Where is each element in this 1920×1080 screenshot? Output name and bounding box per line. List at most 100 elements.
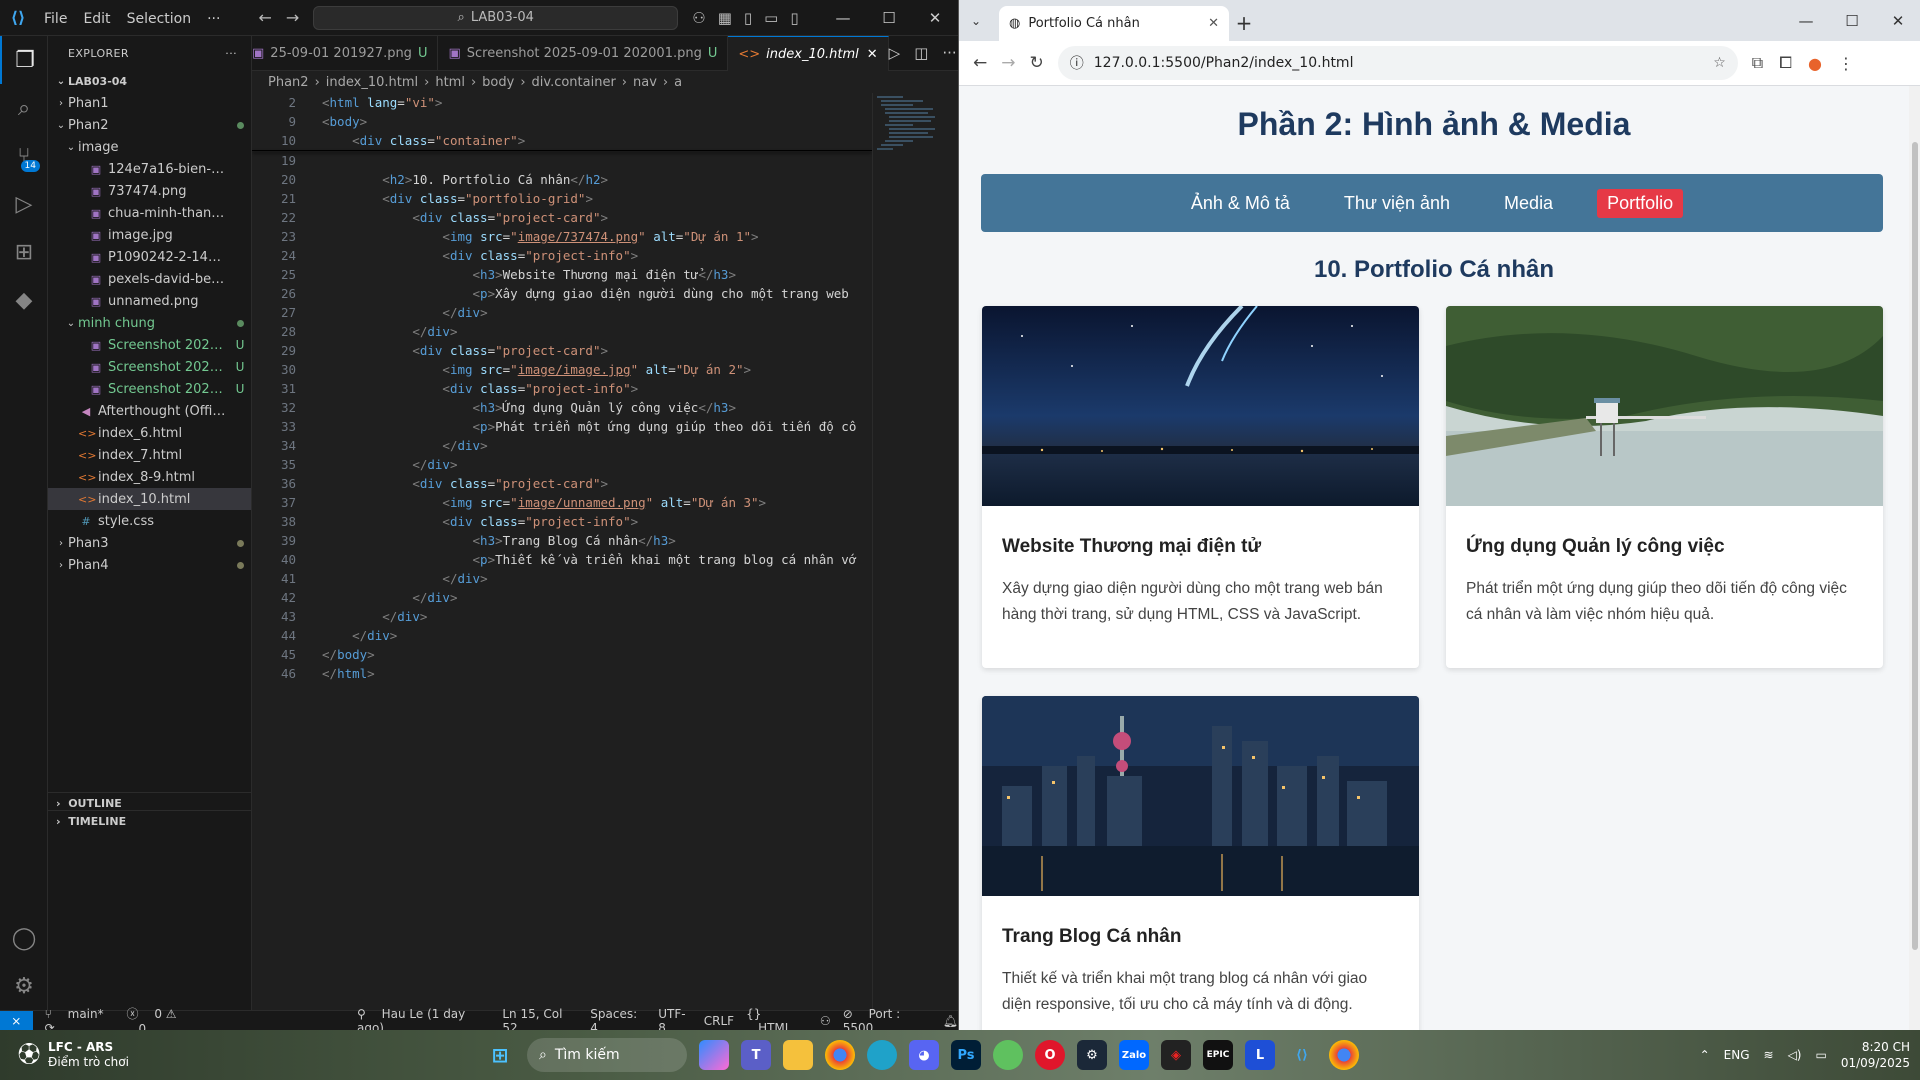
copilot-icon[interactable]: ⚇: [692, 9, 705, 27]
nav-link[interactable]: Ảnh & Mô tả: [1181, 189, 1300, 218]
layout-customize-icon[interactable]: ▦: [718, 9, 732, 27]
tree-item[interactable]: ▣ 737474.png: [48, 180, 251, 202]
code-editor[interactable]: 2 <html lang="vi"> 9 <body> 10 <div class="c…: [252, 93, 872, 1010]
menu-item[interactable]: File: [36, 11, 75, 27]
remote-indicator-icon[interactable]: ⨯: [0, 1010, 33, 1031]
breadcrumb-item[interactable]: Phan2: [268, 75, 309, 90]
site-info-icon[interactable]: ⓘ: [1070, 53, 1084, 73]
maximize-icon[interactable]: ☐: [1829, 12, 1875, 30]
tree-item[interactable]: ⌄ Phan2: [48, 114, 251, 136]
input-language[interactable]: ENG: [1724, 1048, 1750, 1062]
forward-arrow-icon[interactable]: →: [286, 8, 299, 27]
python-icon[interactable]: ◆: [0, 276, 48, 324]
tree-item[interactable]: ▣ Screenshot 2025-09... U: [48, 378, 251, 400]
volume-icon[interactable]: ◁): [1788, 1048, 1802, 1062]
discord-icon[interactable]: ◕: [909, 1040, 939, 1070]
clock[interactable]: 8:20 CH 01/09/2025: [1841, 1039, 1910, 1071]
page-scrollbar[interactable]: [1909, 86, 1920, 1030]
tray-overflow-chevron-icon[interactable]: ⌃: [1700, 1048, 1710, 1062]
tree-item[interactable]: ▣ image.jpg: [48, 224, 251, 246]
game-app-icon[interactable]: ◈: [1161, 1040, 1191, 1070]
forward-arrow-icon[interactable]: →: [1001, 53, 1015, 73]
explorer-icon[interactable]: ❐: [0, 36, 48, 84]
chrome-active-icon[interactable]: [1329, 1040, 1359, 1070]
toggle-secondary-sidebar-icon[interactable]: ▯: [790, 9, 798, 27]
account-icon[interactable]: ◯: [0, 914, 48, 962]
back-arrow-icon[interactable]: ←: [258, 8, 271, 27]
tree-item[interactable]: <> index_6.html: [48, 422, 251, 444]
workspace-root[interactable]: ⌄ LAB03-04: [48, 70, 251, 92]
tree-item[interactable]: # style.css: [48, 510, 251, 532]
tree-item[interactable]: ⌄ image: [48, 136, 251, 158]
editor-tab[interactable]: <> index_10.html ✕: [728, 36, 889, 71]
windows-start-icon[interactable]: ⊞: [485, 1040, 515, 1070]
maximize-icon[interactable]: ☐: [866, 9, 912, 27]
tree-item[interactable]: ◀ Afterthought (Official Audi...: [48, 400, 251, 422]
command-center[interactable]: ⌕ LAB03-04: [313, 5, 679, 30]
steam-icon[interactable]: ⚙: [1077, 1040, 1107, 1070]
extension-icon[interactable]: ⧉: [1752, 53, 1763, 73]
weather-widget[interactable]: ⚽︎ LFC - ARS Điểm trò chơi: [18, 1040, 129, 1070]
extensions-icon[interactable]: ⊞: [0, 228, 48, 276]
breadcrumb-item[interactable]: body: [482, 75, 514, 90]
breadcrumb-item[interactable]: nav: [633, 75, 657, 90]
tree-item[interactable]: ▣ 124e7a16-bien-ho-pleik...: [48, 158, 251, 180]
zalo-icon[interactable]: Zalo: [1119, 1040, 1149, 1070]
tree-item[interactable]: <> index_7.html: [48, 444, 251, 466]
breadcrumb-item[interactable]: index_10.html: [326, 75, 418, 90]
editor-tab[interactable]: ▣ 25-09-01 201927.png U: [252, 36, 439, 71]
wifi-icon[interactable]: ≋: [1764, 1048, 1774, 1062]
tree-item[interactable]: <> index_10.html: [48, 488, 251, 510]
close-icon[interactable]: ✕: [1875, 12, 1920, 30]
settings-gear-icon[interactable]: ⚙: [0, 962, 48, 1010]
tree-item[interactable]: ▣ chua-minh-thanh-pleiku...: [48, 202, 251, 224]
reload-icon[interactable]: ↻: [1030, 53, 1044, 73]
run-icon[interactable]: ▷: [889, 44, 901, 62]
tab-search-icon[interactable]: ⌄: [971, 14, 981, 28]
source-control-icon[interactable]: ⑂ 14: [0, 132, 48, 180]
eol[interactable]: CRLF: [704, 1014, 734, 1028]
scroll-thumb[interactable]: [1912, 142, 1918, 950]
run-debug-icon[interactable]: ▷: [0, 180, 48, 228]
breadcrumb-item[interactable]: div.container: [532, 75, 616, 90]
breadcrumb-item[interactable]: a: [674, 75, 682, 90]
taskbar-search[interactable]: ⌕ Tìm kiếm: [527, 1038, 687, 1072]
back-arrow-icon[interactable]: ←: [973, 53, 987, 73]
file-explorer-icon[interactable]: [783, 1040, 813, 1070]
close-tab-icon[interactable]: ✕: [867, 47, 878, 62]
battery-icon[interactable]: ▭: [1815, 1048, 1826, 1062]
vscode-taskbar-icon[interactable]: ⟨⟩: [1287, 1040, 1317, 1070]
breadcrumb-item[interactable]: html: [435, 75, 465, 90]
nav-link[interactable]: Portfolio: [1597, 188, 1684, 218]
tree-item[interactable]: › Phan4: [48, 554, 251, 576]
menu-item[interactable]: Selection: [119, 11, 200, 27]
copilot-app-icon[interactable]: [699, 1040, 729, 1070]
chrome-menu-icon[interactable]: ⋮: [1838, 54, 1854, 73]
teams-icon[interactable]: T: [741, 1040, 771, 1070]
new-tab-button[interactable]: +: [1229, 6, 1259, 41]
app-l-icon[interactable]: L: [1245, 1040, 1275, 1070]
tree-item[interactable]: ▣ Screenshot 2025-09... U: [48, 356, 251, 378]
profile-avatar-icon[interactable]: ●: [1808, 54, 1822, 73]
tree-item[interactable]: ▣ unnamed.png: [48, 290, 251, 312]
tree-item[interactable]: ▣ pexels-david-besh-8847...: [48, 268, 251, 290]
more-actions-icon[interactable]: ···: [942, 44, 956, 62]
split-editor-icon[interactable]: ◫: [914, 44, 928, 62]
minimap[interactable]: [872, 93, 948, 1010]
minimize-icon[interactable]: —: [1783, 12, 1829, 30]
timeline-section[interactable]: › TIMELINE: [48, 810, 252, 832]
close-icon[interactable]: ✕: [912, 9, 958, 27]
tree-item[interactable]: ▣ Screenshot 2025-09... U: [48, 334, 251, 356]
close-tab-icon[interactable]: ✕: [1208, 16, 1219, 31]
explorer-more-button[interactable]: ···: [225, 47, 237, 60]
opera-icon[interactable]: O: [1035, 1040, 1065, 1070]
app-green-icon[interactable]: [993, 1040, 1023, 1070]
notifications-bell-icon[interactable]: 🔔︎: [943, 1014, 958, 1028]
bookmark-star-icon[interactable]: ☆: [1713, 55, 1726, 71]
tree-item[interactable]: ⌄ minh chung: [48, 312, 251, 334]
editor-tab[interactable]: ▣ Screenshot 2025-09-01 202001.png U: [438, 36, 729, 71]
nav-link[interactable]: Thư viện ảnh: [1334, 189, 1460, 218]
menu-item[interactable]: ···: [199, 11, 228, 27]
minimize-icon[interactable]: —: [820, 9, 866, 27]
menu-item[interactable]: Edit: [75, 11, 118, 27]
